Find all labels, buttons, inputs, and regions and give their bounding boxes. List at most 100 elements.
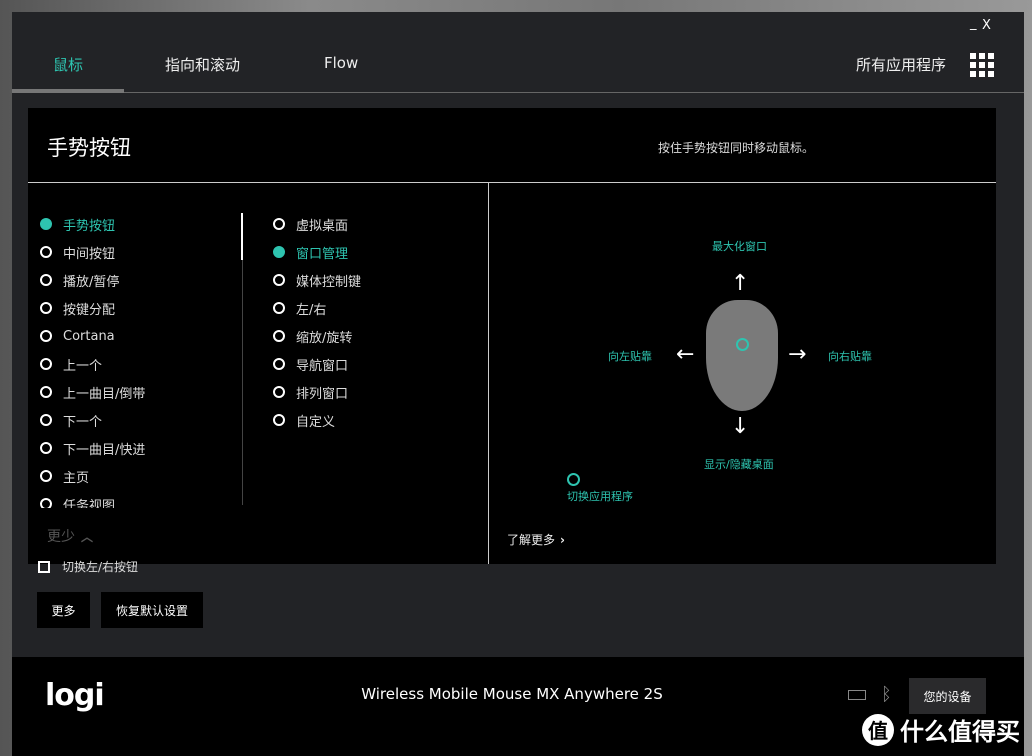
option-label: 自定义 — [296, 414, 336, 430]
radio-icon — [273, 274, 285, 286]
chevron-right-icon: › — [560, 532, 565, 547]
swap-buttons-checkbox[interactable]: 切换左/右按钮 — [38, 558, 138, 575]
list-scrollbar-thumb[interactable] — [241, 213, 243, 260]
radio-icon — [273, 386, 285, 398]
arrow-right-icon: → — [788, 342, 807, 367]
button-option[interactable]: 按键分配 — [40, 298, 115, 318]
show-less-button[interactable]: 更少 ︿ — [47, 526, 93, 546]
action-option[interactable]: 缩放/旋转 — [273, 326, 352, 346]
button-option[interactable]: 下一曲目/快进 — [40, 438, 145, 458]
action-option[interactable]: 左/右 — [273, 298, 326, 318]
button-option[interactable]: 上一曲目/倒带 — [40, 382, 145, 402]
option-label: 主页 — [63, 470, 90, 486]
option-label: 中间按钮 — [63, 246, 116, 262]
action-option[interactable]: 媒体控制键 — [273, 270, 361, 290]
radio-selected-icon — [40, 218, 52, 230]
option-label: 按键分配 — [63, 302, 116, 318]
options-window: _ X 鼠标 指向和滚动 Flow 所有应用程序 手势按钮 按住手势按钮同时移动… — [12, 12, 1024, 756]
arrow-down-icon: ↓ — [731, 414, 750, 439]
option-label: 任务视图 — [63, 498, 116, 509]
option-label: 上一曲目/倒带 — [63, 386, 146, 402]
radio-icon — [40, 246, 52, 258]
radio-icon — [273, 302, 285, 314]
gesture-up-label: 最大化窗口 — [712, 240, 767, 253]
battery-icon — [848, 690, 866, 700]
panel-hint: 按住手势按钮同时移动鼠标。 — [658, 141, 815, 155]
click-marker-icon — [567, 473, 580, 486]
option-label: 媒体控制键 — [296, 274, 362, 290]
button-option[interactable]: 主页 — [40, 466, 89, 486]
radio-icon — [40, 302, 52, 314]
option-label: 缩放/旋转 — [296, 330, 353, 346]
action-option[interactable]: 自定义 — [273, 410, 335, 430]
option-label: 排列窗口 — [296, 386, 349, 402]
gesture-click-label: 切换应用程序 — [567, 490, 633, 503]
option-label: Cortana — [63, 328, 115, 344]
button-option[interactable]: 下一个 — [40, 410, 102, 430]
button-option[interactable]: 中间按钮 — [40, 242, 115, 262]
tab-mouse[interactable]: 鼠标 — [53, 54, 83, 75]
option-label: 虚拟桌面 — [296, 218, 349, 234]
radio-icon — [40, 414, 52, 426]
option-label: 窗口管理 — [296, 246, 349, 262]
arrow-left-icon: ← — [676, 342, 695, 367]
gesture-right-label: 向右贴靠 — [828, 350, 872, 363]
button-list: 手势按钮 中间按钮 播放/暂停 按键分配 Cortana 上一个 上一曲目/倒带… — [28, 212, 258, 508]
learn-more-label: 了解更多 — [507, 533, 556, 547]
button-option[interactable]: Cortana — [40, 326, 115, 346]
more-button[interactable]: 更多 — [37, 592, 90, 628]
mouse-illustration — [706, 300, 778, 411]
radio-icon — [273, 330, 285, 342]
chevron-up-icon: ︿ — [81, 529, 94, 544]
option-label: 上一个 — [63, 358, 103, 374]
checkbox-icon — [38, 560, 50, 573]
radio-icon — [40, 274, 52, 286]
option-label: 左/右 — [296, 302, 327, 318]
close-button[interactable]: X — [982, 18, 991, 33]
header-divider — [28, 182, 996, 183]
radio-icon — [273, 414, 285, 426]
radio-icon — [40, 442, 52, 454]
bluetooth-icon: ᛒ — [881, 684, 892, 705]
all-apps-link[interactable]: 所有应用程序 — [856, 54, 946, 75]
button-option[interactable]: 任务视图 — [40, 494, 115, 508]
gesture-down-label: 显示/隐藏桌面 — [704, 458, 774, 471]
action-option[interactable]: 排列窗口 — [273, 382, 348, 402]
radio-icon — [273, 218, 285, 230]
minimize-button[interactable]: _ — [970, 16, 977, 31]
radio-icon — [40, 358, 52, 370]
button-option[interactable]: 播放/暂停 — [40, 270, 119, 290]
gesture-left-label: 向左贴靠 — [608, 350, 652, 363]
arrow-up-icon: ↑ — [731, 271, 750, 296]
show-less-label: 更少 — [47, 529, 75, 545]
button-option[interactable]: 手势按钮 — [40, 214, 115, 234]
radio-icon — [40, 470, 52, 482]
restore-defaults-button[interactable]: 恢复默认设置 — [101, 592, 203, 628]
radio-icon — [40, 330, 52, 342]
option-label: 手势按钮 — [63, 218, 116, 234]
your-devices-button[interactable]: 您的设备 — [909, 678, 986, 714]
watermark-text: 什么值得买 — [900, 718, 1020, 746]
radio-selected-icon — [273, 246, 285, 258]
swap-buttons-label: 切换左/右按钮 — [62, 560, 139, 574]
option-label: 导航窗口 — [296, 358, 349, 374]
tab-point-scroll[interactable]: 指向和滚动 — [165, 54, 240, 75]
action-option[interactable]: 窗口管理 — [273, 242, 348, 262]
radio-icon — [40, 498, 52, 508]
panel-title: 手势按钮 — [47, 136, 131, 160]
watermark-logo-icon: 值 — [862, 713, 894, 746]
column-divider — [488, 183, 489, 564]
button-option[interactable]: 上一个 — [40, 354, 102, 374]
radio-icon — [273, 358, 285, 370]
radio-icon — [40, 386, 52, 398]
tab-flow[interactable]: Flow — [324, 54, 358, 72]
tab-divider — [12, 92, 1024, 93]
gesture-button-marker-icon — [736, 338, 749, 351]
action-option[interactable]: 导航窗口 — [273, 354, 348, 374]
learn-more-link[interactable]: 了解更多 › — [507, 531, 565, 548]
gesture-panel: 手势按钮 按住手势按钮同时移动鼠标。 手势按钮 中间按钮 播放/暂停 按键分配 … — [28, 108, 996, 564]
action-option[interactable]: 虚拟桌面 — [273, 214, 348, 234]
active-tab-indicator — [12, 89, 124, 93]
apps-grid-icon[interactable] — [970, 53, 994, 77]
option-label: 下一个 — [63, 414, 103, 430]
